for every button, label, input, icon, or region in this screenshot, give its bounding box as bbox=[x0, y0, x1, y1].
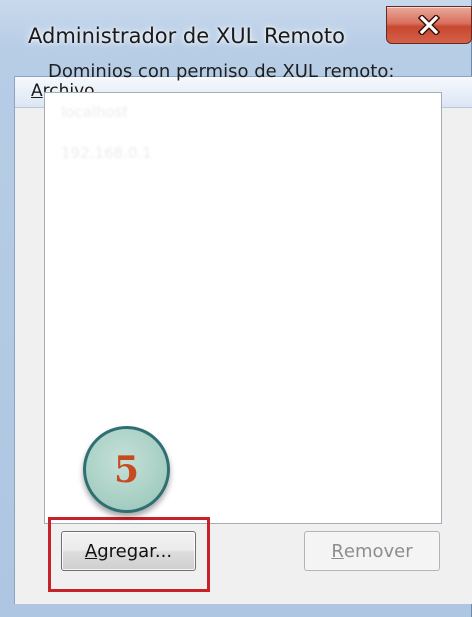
domains-list-label: Dominios con permiso de XUL remoto: bbox=[48, 61, 395, 82]
step-number: 5 bbox=[113, 448, 140, 491]
domain-list-item[interactable]: localhost bbox=[61, 103, 128, 121]
close-button[interactable] bbox=[386, 6, 472, 44]
domain-list-item[interactable]: 192.168.0.1 bbox=[61, 144, 152, 162]
remove-button[interactable]: Remover bbox=[304, 531, 440, 571]
remove-button-label: emover bbox=[343, 540, 413, 562]
window-title: Administrador de XUL Remoto bbox=[28, 24, 345, 48]
step-badge: 5 bbox=[83, 426, 170, 513]
xul-remote-manager-window: Administrador de XUL Remoto Archivo Domi… bbox=[0, 0, 472, 617]
remove-button-accesskey: R bbox=[331, 540, 344, 562]
menu-archivo-accesskey: A bbox=[31, 81, 43, 101]
close-icon bbox=[418, 15, 440, 35]
add-button-highlight bbox=[48, 517, 210, 592]
